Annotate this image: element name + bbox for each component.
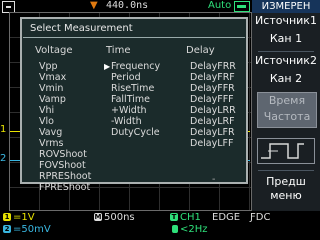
measure-item-fovshoot[interactable]: FOVShoot — [39, 160, 86, 171]
measure-item-vrms[interactable]: Vrms — [39, 138, 63, 149]
measure-item-frequency[interactable]: ▶ Frequency — [104, 61, 161, 72]
measure-item-fpreshoot[interactable]: FPREShoot — [39, 182, 90, 193]
ch1-scale-value: 1V — [21, 212, 35, 223]
frequency-counter: <2Hz — [172, 224, 208, 235]
menu-divider — [258, 170, 314, 171]
panel-title: Select Measurement — [30, 23, 133, 34]
source1-value: Кан 1 — [269, 32, 303, 45]
menu-title: ИЗМЕРЕН — [252, 0, 320, 13]
previous-menu-button[interactable]: Предш меню — [252, 175, 320, 203]
bottom-status-bar: 1 =1V 2 =50mV M 500ns T CH1 EDGE ƑDC <2Hz — [0, 211, 320, 240]
selection-arrow-icon: ▶ — [104, 62, 111, 71]
measure-item-delaylrr[interactable]: DelayLRR — [190, 105, 236, 116]
measure-item-pos-width[interactable]: +Width — [111, 105, 147, 116]
measure-item-delaylfr[interactable]: DelayLFR — [190, 127, 235, 138]
source1-button[interactable]: Источник1 Кан 1 — [252, 14, 320, 46]
trigger-position-marker: ▼ — [90, 0, 98, 11]
select-measurement-panel: Select Measurement Voltage Time Delay Vp… — [20, 17, 248, 193]
timebase-position: 440.0ns — [106, 0, 149, 11]
ch1-scale-readout[interactable]: 1 =1V — [3, 212, 35, 223]
source2-label: Источник2 — [255, 54, 317, 67]
measure-item-vavg[interactable]: Vavg — [39, 127, 62, 138]
time-frequency-line1: Время — [268, 94, 306, 107]
measure-item-delayfrr[interactable]: DelayFRR — [190, 61, 236, 72]
measure-item-delayfrf[interactable]: DelayFRF — [190, 72, 235, 83]
column-header-voltage: Voltage — [35, 45, 73, 56]
top-status-bar: ▼ 440.0ns Auto — [0, 0, 252, 13]
column-header-time: Time — [106, 45, 131, 56]
ch2-scale-value: 50mV — [21, 224, 51, 235]
measure-item-vmin[interactable]: Vmin — [39, 83, 63, 94]
measure-item-dutycycle[interactable]: DutyCycle — [111, 127, 160, 138]
measure-item-neg-width[interactable]: -Width — [111, 116, 142, 127]
column-header-delay: Delay — [186, 45, 215, 56]
measure-item-vmax[interactable]: Vmax — [39, 72, 66, 83]
measure-item-delayfff[interactable]: DelayFFF — [190, 94, 234, 105]
trigger-coupling: ƑDC — [250, 212, 271, 223]
ch1-level-marker[interactable]: 1 — [0, 124, 6, 135]
timebase-badge: M — [94, 213, 102, 221]
ch2-level-marker[interactable]: 2 — [0, 153, 6, 164]
source2-button[interactable]: Источник2 Кан 2 — [252, 54, 320, 86]
measure-item-vamp[interactable]: Vamp — [39, 94, 66, 105]
counter-icon — [172, 225, 178, 233]
measure-item-vhi[interactable]: Vhi — [39, 105, 54, 116]
time-frequency-button[interactable]: Время Частота — [257, 92, 317, 128]
menu-divider — [258, 51, 314, 52]
measure-item-period[interactable]: Period — [111, 72, 141, 83]
pulse-waveform-icon — [257, 138, 315, 164]
measure-item-risetime[interactable]: RiseTime — [111, 83, 154, 94]
previous-menu-line2: меню — [270, 189, 302, 202]
trigger-mode: Auto — [208, 0, 232, 11]
measure-item-rpreshoot[interactable]: RPREShoot — [39, 171, 91, 182]
panel-divider — [23, 37, 245, 38]
timebase-value: 500ns — [104, 212, 135, 223]
ch1-badge: 1 — [3, 213, 11, 221]
measure-item-vlo[interactable]: Vlo — [39, 116, 54, 127]
previous-menu-line1: Предш — [266, 175, 306, 188]
frequency-value: <2Hz — [180, 224, 208, 235]
trigger-status-icon — [234, 1, 250, 12]
time-frequency-line2: Частота — [263, 110, 311, 123]
measure-item-delaylff[interactable]: DelayLFF — [190, 138, 233, 149]
ch2-badge: 2 — [3, 225, 11, 233]
timebase-readout[interactable]: M 500ns — [94, 212, 135, 223]
source2-value: Кан 2 — [269, 72, 303, 85]
measure-item-rovshoot[interactable]: ROVShoot — [39, 149, 87, 160]
measure-item-label: Frequency — [111, 61, 161, 72]
measure-item-falltime[interactable]: FallTime — [111, 94, 150, 105]
source1-label: Источник1 — [255, 14, 317, 27]
trigger-source-readout[interactable]: T CH1 — [170, 212, 201, 223]
measure-item-vpp[interactable]: Vpp — [39, 61, 58, 72]
trigger-source: CH1 — [180, 212, 201, 223]
softkey-menu: ИЗМЕРЕН Источник1 Кан 1 Источник2 Кан 2 … — [252, 0, 320, 211]
measure-item-delayffr[interactable]: DelayFFR — [190, 83, 235, 94]
panel-dash: - — [212, 174, 216, 185]
ch2-scale-readout[interactable]: 2 =50mV — [3, 224, 51, 235]
trigger-type: EDGE — [212, 212, 241, 223]
trigger-badge: T — [170, 213, 178, 221]
measure-item-delaylrf[interactable]: DelayLRF — [190, 116, 235, 127]
